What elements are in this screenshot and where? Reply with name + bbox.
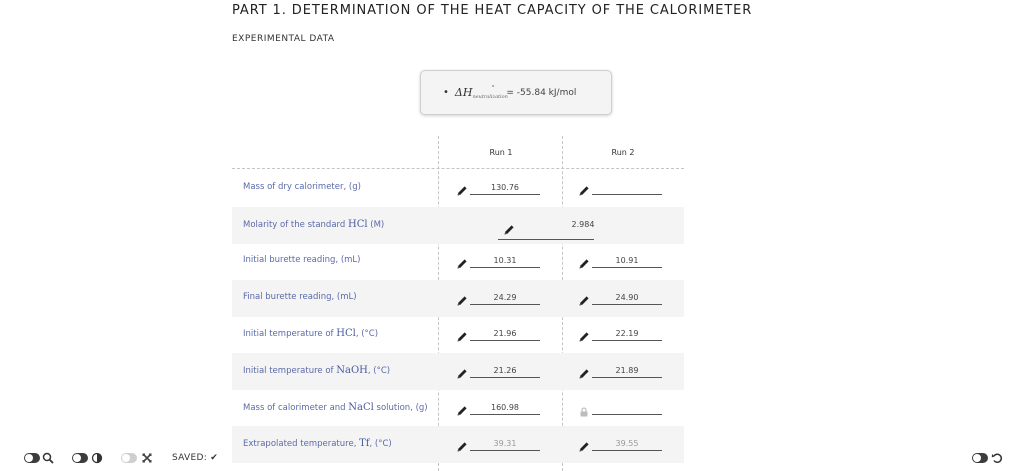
constant-box: • ΔH neutralization ° = -55.84 kJ/mol (420, 70, 612, 115)
toggle-switch[interactable] (121, 453, 137, 463)
run2-input[interactable] (592, 182, 662, 195)
row-label-text: Mass of calorimeter and (243, 403, 349, 413)
lock-icon (579, 402, 589, 417)
saved-status: SAVED: ✔ (172, 453, 218, 463)
contrast-icon[interactable] (91, 452, 103, 464)
row-label-unit: , (°C) (367, 366, 391, 376)
pencil-icon[interactable] (456, 182, 468, 196)
toggle-switch[interactable] (24, 453, 40, 463)
pencil-icon[interactable] (456, 328, 468, 342)
run1-input[interactable]: 21.96 (470, 328, 540, 341)
constant-symbol: ΔH (454, 86, 473, 99)
pencil-icon[interactable] (578, 255, 590, 269)
run1-input[interactable]: 21.26 (470, 365, 540, 378)
row-label-math: HCl (336, 328, 356, 339)
row-label-math: HCl (347, 219, 368, 230)
toggle-switch[interactable] (972, 453, 988, 463)
row-label-text: Mass of dry calorimeter, (g) (243, 182, 361, 192)
toggle-switch[interactable] (72, 453, 88, 463)
row-label-text: Molarity of the standard (243, 220, 348, 230)
run1-input[interactable]: 160.98 (470, 402, 540, 415)
constant-subscript: neutralization (472, 93, 508, 100)
column-header-run1: Run 1 (489, 148, 513, 157)
undo-icon[interactable] (991, 452, 1003, 464)
pencil-icon[interactable] (578, 438, 590, 452)
pencil-icon[interactable] (456, 365, 468, 379)
row-label: Initial temperature of NaOH, (°C) (243, 365, 390, 376)
row-label-math: NaCl (348, 402, 374, 413)
row-label-unit: (M) (367, 220, 385, 230)
run1-input[interactable]: 10.31 (470, 255, 540, 268)
row-label-math: NaOH (336, 365, 368, 376)
column-header-run2: Run 2 (611, 148, 635, 157)
constant-superscript: ° (491, 84, 495, 91)
molarity-value: 2.984 (571, 220, 595, 229)
row-label-text: Initial temperature of (243, 329, 337, 339)
zoom-icon[interactable] (42, 452, 54, 464)
run2-input[interactable]: 22.19 (592, 328, 662, 341)
run1-input[interactable]: 130.76 (470, 182, 540, 195)
row-label-unit: solution, (g) (373, 403, 428, 413)
pencil-icon[interactable] (456, 438, 468, 452)
row-label: Initial burette reading, (mL) (243, 255, 360, 265)
check-icon: ✔ (210, 453, 219, 463)
row-label-text: Final burette reading, (mL) (243, 292, 357, 302)
pencil-icon[interactable] (578, 182, 590, 196)
pencil-icon[interactable] (456, 292, 468, 306)
close-icon[interactable] (141, 452, 153, 464)
run2-input[interactable] (592, 402, 662, 415)
row-label: Final burette reading, (mL) (243, 292, 357, 302)
page-title: PART 1. DETERMINATION OF THE HEAT CAPACI… (232, 3, 753, 18)
row-label-text: Initial burette reading, (mL) (243, 255, 361, 265)
pencil-icon[interactable] (578, 292, 590, 306)
pencil-icon[interactable] (456, 255, 468, 269)
section-subtitle: EXPERIMENTAL DATA (232, 34, 335, 44)
run2-input[interactable]: 10.91 (592, 255, 662, 268)
footer-toolbar (0, 450, 1024, 471)
header-divider (232, 168, 684, 169)
row-label-text: Initial temperature of (243, 366, 337, 376)
pencil-icon[interactable] (578, 365, 590, 379)
row-label-unit: , (°C) (369, 439, 392, 449)
run2-input[interactable]: 24.90 (592, 292, 662, 305)
row-label: Molarity of the standard HCl (M) (243, 219, 384, 230)
run1-input[interactable]: 24.29 (470, 292, 540, 305)
pencil-icon[interactable] (578, 328, 590, 342)
row-label: Extrapolated temperature, Tf, (°C) (243, 438, 392, 449)
pencil-icon[interactable] (456, 402, 468, 416)
row-label-text: Extrapolated temperature, (243, 439, 360, 449)
row-label-math: Tf (359, 438, 370, 449)
constant-value: = -55.84 kJ/mol (506, 87, 577, 98)
row-label: Mass of dry calorimeter, (g) (243, 182, 361, 192)
bullet-icon: • (443, 87, 449, 98)
row-label: Initial temperature of HCl, (°C) (243, 328, 378, 339)
saved-label: SAVED: (172, 453, 208, 463)
row-label: Mass of calorimeter and NaCl solution, (… (243, 402, 428, 413)
run2-input[interactable]: 21.89 (592, 365, 662, 378)
row-label-unit: , (°C) (355, 329, 379, 339)
